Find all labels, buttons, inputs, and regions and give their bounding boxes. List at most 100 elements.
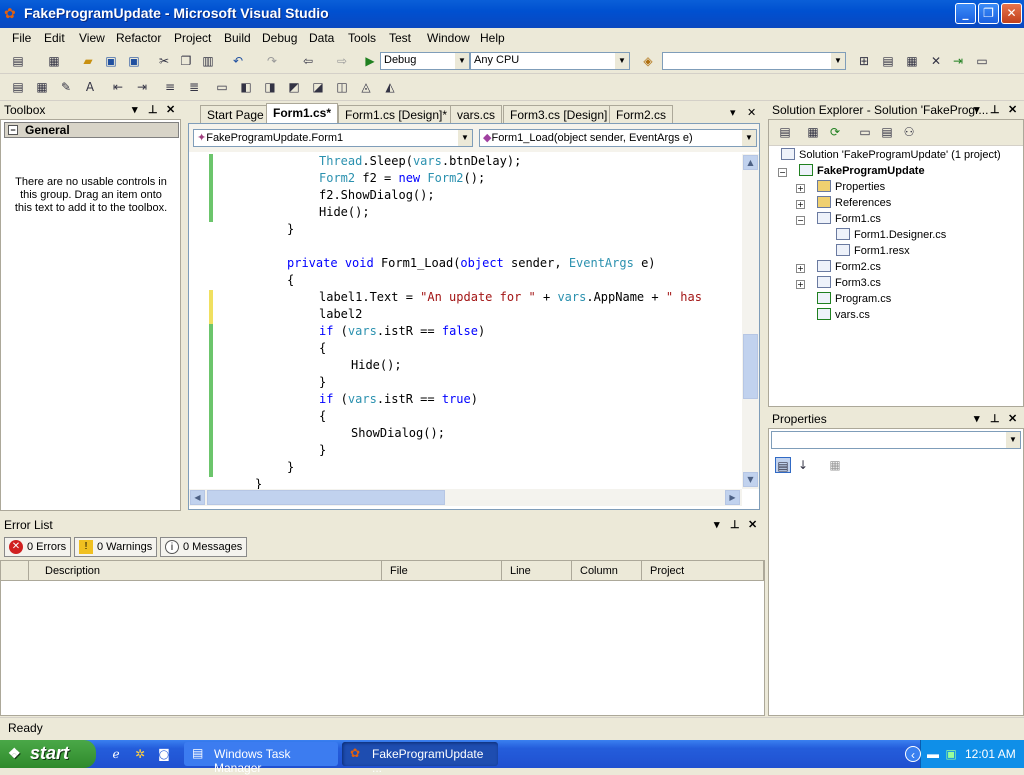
new-project-icon[interactable]: ▤ — [10, 53, 26, 69]
code-line[interactable]: Hide(); — [351, 358, 402, 375]
toolbox-icon[interactable]: ✕ — [928, 53, 944, 69]
code-line[interactable]: Form2 f2 = new Form2(); — [319, 171, 485, 188]
paste-icon[interactable]: ▥ — [200, 53, 216, 69]
code-line[interactable]: ShowDialog(); — [351, 426, 445, 443]
pin-icon[interactable]: ⊥ — [148, 103, 158, 116]
tray-expand-icon[interactable]: ‹ — [905, 746, 921, 762]
tree-form2[interactable]: Form2.cs — [817, 259, 881, 275]
refresh-icon[interactable]: ⟳ — [827, 124, 843, 140]
column-column[interactable]: Column — [572, 561, 642, 581]
start-page-icon[interactable]: ⇥ — [950, 53, 966, 69]
menu-build[interactable]: Build — [224, 31, 251, 45]
title-bar[interactable]: ✿ FakeProgramUpdate - Microsoft Visual S… — [0, 0, 1024, 28]
hscroll-thumb[interactable] — [207, 490, 445, 505]
window-position-icon[interactable]: ▾ — [132, 103, 138, 116]
open-folder-icon[interactable]: ▰ — [80, 53, 96, 69]
code-line[interactable]: label2 — [319, 307, 362, 324]
code-line[interactable]: if (vars.istR == false) — [319, 324, 485, 341]
code-line[interactable]: if (vars.istR == true) — [319, 392, 478, 409]
active-files-icon[interactable]: ▾ — [730, 106, 736, 119]
tree-solution[interactable]: Solution 'FakeProgramUpdate' (1 project) — [781, 147, 1001, 163]
complete-word-icon[interactable]: A — [82, 79, 98, 95]
more-windows-icon[interactable]: ▭ — [974, 53, 990, 69]
menu-help[interactable]: Help — [480, 31, 505, 45]
warnings-filter-button[interactable]: ! 0 Warnings — [74, 537, 158, 557]
task-windows-task-manager[interactable]: ▤ Windows Task Manager — [184, 742, 338, 775]
errors-filter-button[interactable]: ✕ 0 Errors — [4, 537, 72, 557]
pin-icon[interactable]: ⊥ — [730, 518, 740, 531]
menu-file[interactable]: File — [12, 31, 31, 45]
menu-test[interactable]: Test — [389, 31, 411, 45]
navigate-forward-icon[interactable]: ⇨ — [334, 53, 350, 69]
scroll-left-icon[interactable]: ◀ — [190, 490, 205, 505]
code-line[interactable]: f2.ShowDialog(); — [319, 188, 435, 205]
tree-form3[interactable]: Form3.cs — [817, 275, 881, 291]
start-debug-icon[interactable]: ▶ — [362, 53, 378, 69]
quick-launch-icon[interactable]: ◙ — [156, 746, 172, 762]
tree-project[interactable]: FakeProgramUpdate — [799, 163, 925, 179]
close-pane-icon[interactable]: ✕ — [166, 103, 175, 116]
code-line[interactable]: Thread.Sleep(vars.btnDelay); — [319, 154, 521, 171]
code-line[interactable]: } — [319, 375, 326, 392]
code-line[interactable]: Hide(); — [319, 205, 370, 222]
next-bookmark-folder-icon[interactable]: ◪ — [310, 79, 326, 95]
parameter-info-icon[interactable]: ▦ — [34, 79, 50, 95]
view-designer-icon[interactable]: ▤ — [879, 124, 895, 140]
column-description[interactable]: Description — [29, 561, 382, 581]
redo-icon[interactable]: ↷ — [264, 53, 280, 69]
next-bookmark-doc-icon[interactable]: ◬ — [358, 79, 374, 95]
find-in-files-icon[interactable]: ◈ — [640, 53, 656, 69]
code-line[interactable]: } — [287, 460, 294, 477]
cut-icon[interactable]: ✂ — [156, 53, 172, 69]
configuration-select[interactable]: Debug ▼ — [380, 52, 470, 70]
expand-icon[interactable]: + — [796, 200, 805, 209]
save-all-icon[interactable]: ▣ — [126, 53, 142, 69]
prev-bookmark-doc-icon[interactable]: ◫ — [334, 79, 350, 95]
object-browser-icon[interactable]: ▦ — [904, 53, 920, 69]
tab-form1-cs[interactable]: Form1.cs* — [266, 103, 339, 123]
pin-icon[interactable]: ⊥ — [990, 103, 1000, 116]
menu-refactor[interactable]: Refactor — [116, 31, 161, 45]
tree-form1-resx[interactable]: Form1.resx — [836, 243, 910, 259]
tab-form3-design[interactable]: Form3.cs [Design] — [503, 105, 615, 123]
window-position-icon[interactable]: ▾ — [714, 518, 720, 531]
code-line[interactable]: { — [319, 341, 326, 358]
object-select[interactable]: ▼ — [771, 431, 1021, 449]
task-fakeprogramupdate[interactable]: ✿ FakeProgramUpdate ... — [342, 742, 498, 775]
tree-form1[interactable]: Form1.cs — [817, 211, 881, 227]
next-bookmark-icon[interactable]: ◨ — [262, 79, 278, 95]
code-area[interactable]: Thread.Sleep(vars.btnDelay); Form2 f2 = n… — [189, 154, 742, 489]
column-icon[interactable] — [1, 561, 29, 581]
save-icon[interactable]: ▣ — [103, 53, 119, 69]
show-all-files-icon[interactable]: ▦ — [805, 124, 821, 140]
close-pane-icon[interactable]: ✕ — [1008, 103, 1017, 116]
quick-info-icon[interactable]: ✎ — [58, 79, 74, 95]
pin-icon[interactable]: ⊥ — [990, 412, 1000, 425]
undo-icon[interactable]: ↶ — [230, 53, 246, 69]
code-line[interactable]: } — [287, 222, 294, 239]
code-line[interactable]: { — [287, 273, 294, 290]
bookmark-icon[interactable]: ▭ — [214, 79, 230, 95]
collapse-icon[interactable]: − — [778, 168, 787, 177]
scroll-right-icon[interactable]: ▶ — [725, 490, 740, 505]
tree-program[interactable]: Program.cs — [817, 291, 891, 307]
view-code-icon[interactable]: ▭ — [857, 124, 873, 140]
window-position-icon[interactable]: ▾ — [974, 103, 980, 116]
close-pane-icon[interactable]: ✕ — [748, 518, 757, 531]
column-file[interactable]: File — [382, 561, 502, 581]
increase-indent-icon[interactable]: ⇥ — [134, 79, 150, 95]
display-object-member-list-icon[interactable]: ▤ — [10, 79, 26, 95]
expand-icon[interactable]: + — [796, 280, 805, 289]
properties-icon[interactable]: ▤ — [777, 124, 793, 140]
scroll-up-icon[interactable]: ▲ — [743, 155, 758, 170]
scroll-thumb[interactable] — [743, 334, 758, 399]
close-tab-icon[interactable]: ✕ — [747, 106, 756, 119]
properties-window-icon[interactable]: ▤ — [880, 53, 896, 69]
media-player-icon[interactable]: ✲ — [132, 746, 148, 762]
decrease-indent-icon[interactable]: ⇤ — [110, 79, 126, 95]
code-line[interactable]: { — [319, 409, 326, 426]
class-select[interactable]: ✦FakeProgramUpdate.Form1 ▼ — [193, 129, 473, 147]
code-line[interactable]: } — [319, 443, 326, 460]
clear-bookmarks-icon[interactable]: ◭ — [382, 79, 398, 95]
menu-edit[interactable]: Edit — [44, 31, 65, 45]
